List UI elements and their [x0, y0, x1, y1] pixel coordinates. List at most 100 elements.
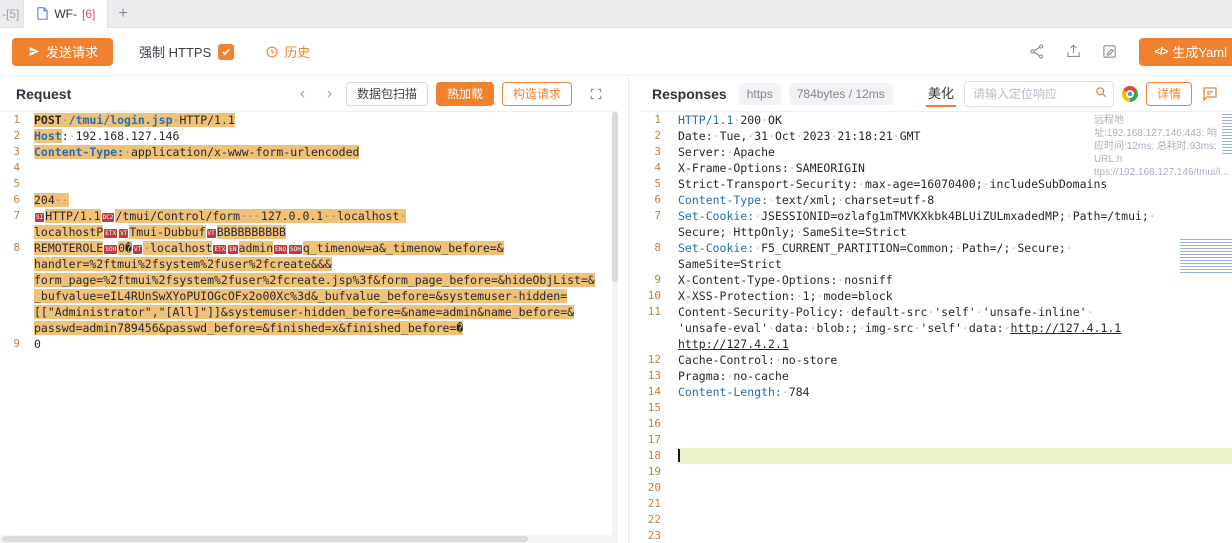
code-line[interactable]: 5Strict-Transport-Security:·max-age=1607…	[640, 176, 1232, 192]
code-line[interactable]: 12Cache-Control:·no-store	[640, 352, 1232, 368]
history-label: 历史	[284, 42, 310, 61]
new-tab-button[interactable]: +	[118, 6, 127, 22]
send-request-button[interactable]: 发送请求	[12, 38, 113, 66]
tab-overflow-left[interactable]: -[5]	[0, 7, 23, 21]
code-line[interactable]: form_page=%2ftmui%2fsystem%2fuser%2fcrea…	[0, 272, 618, 288]
line-number	[0, 320, 34, 336]
line-number: 1	[640, 112, 678, 128]
code-line[interactable]: _bufvalue=eIL4RUnSwXYoPUIOGcOFx2o00Xc%3d…	[0, 288, 618, 304]
line-number: 1	[0, 112, 34, 128]
message-bubble-icon[interactable]	[1200, 84, 1220, 104]
code-text	[34, 160, 618, 176]
scrollbar-thumb[interactable]	[612, 112, 618, 282]
code-line[interactable]: 13Pragma:·no-cache	[640, 368, 1232, 384]
code-line[interactable]: 6Content-Type:·text/xml;·charset=utf-8	[640, 192, 1232, 208]
edit-icon[interactable]	[1099, 42, 1119, 62]
code-line[interactable]: 4X-Frame-Options:·SAMEORIGIN	[640, 160, 1232, 176]
code-line[interactable]: 23	[640, 528, 1232, 543]
code-line[interactable]: SameSite=Strict	[640, 256, 1232, 272]
checkbox-checked-icon[interactable]	[218, 44, 234, 60]
line-number: 4	[640, 160, 678, 176]
force-https-toggle[interactable]: 强制 HTTPS	[139, 42, 234, 61]
code-line[interactable]: 14Content-Length:·784	[640, 384, 1232, 400]
code-line[interactable]: http://127.4.2.1	[640, 336, 1232, 352]
code-line[interactable]: 9X-Content-Type-Options:·nosniff	[640, 272, 1232, 288]
panel-splitter[interactable]	[618, 76, 640, 543]
vertical-scrollbar[interactable]	[612, 112, 618, 543]
share-icon[interactable]	[1027, 42, 1047, 62]
line-number: 6	[0, 192, 34, 208]
search-input[interactable]	[964, 81, 1114, 107]
code-text: SameSite=Strict	[678, 256, 1232, 272]
tab-webfuzzer[interactable]: WF-[6]	[23, 0, 108, 28]
line-number	[0, 224, 34, 240]
code-text	[678, 496, 1232, 512]
fuzzer-main: Request 数据包扫描 热加载 构造请求 1POST·/tmui/login…	[0, 76, 1232, 543]
line-number: 17	[640, 432, 678, 448]
code-line[interactable]: 15	[640, 400, 1232, 416]
scrollbar-thumb[interactable]	[2, 536, 528, 542]
fullscreen-icon[interactable]	[586, 84, 606, 104]
line-number	[640, 224, 678, 240]
construct-request-button[interactable]: 构造请求	[502, 82, 572, 106]
code-text: SIHTTP/1.1DC2/tmui/Control/form···127.0.…	[34, 208, 618, 224]
code-line[interactable]: 3Server:·Apache	[640, 144, 1232, 160]
beautify-tab[interactable]: 美化	[926, 80, 956, 107]
code-line[interactable]: 2Host:·192.168.127.146	[0, 128, 618, 144]
line-number: 6	[640, 192, 678, 208]
code-line[interactable]: handler=%2ftmui%2fsystem%2fuser%2fcreate…	[0, 256, 618, 272]
code-line[interactable]: 16	[640, 416, 1232, 432]
horizontal-scrollbar[interactable]	[0, 535, 612, 543]
generate-yaml-button[interactable]: </> 生成Yaml	[1139, 38, 1232, 66]
line-number: 18	[640, 448, 678, 464]
chevron-right-icon[interactable]	[320, 85, 338, 103]
code-line[interactable]: 18	[640, 448, 1232, 464]
code-line[interactable]: 11Content-Security-Policy:·default-src·'…	[640, 304, 1232, 320]
code-line[interactable]: 6204··	[0, 192, 618, 208]
code-text: Content-Security-Policy:·default-src·'se…	[678, 304, 1232, 320]
code-text: X-XSS-Protection:·1;·mode=block	[678, 288, 1232, 304]
code-line[interactable]: 22	[640, 512, 1232, 528]
code-line[interactable]: 5	[0, 176, 618, 192]
code-line[interactable]: 17	[640, 432, 1232, 448]
code-line[interactable]: 3Content-Type:·application/x-www-form-ur…	[0, 144, 618, 160]
code-line[interactable]: 'unsafe-eval'·data:·blob:;·img-src·'self…	[640, 320, 1232, 336]
code-line[interactable]: 8Set-Cookie:·F5_CURRENT_PARTITION=Common…	[640, 240, 1232, 256]
code-line[interactable]: 1HTTP/1.1·200·OK	[640, 112, 1232, 128]
code-text	[678, 512, 1232, 528]
code-line[interactable]: 1POST·/tmui/login.jsp·HTTP/1.1	[0, 112, 618, 128]
code-line[interactable]: 8REMOTEROLESOH0�VT·localhostETXENadminEN…	[0, 240, 618, 256]
code-line[interactable]: 4	[0, 160, 618, 176]
code-line[interactable]: localhostPETXVTTmui-DubbufVTBBBBBBBBBB	[0, 224, 618, 240]
response-editor[interactable]: 1HTTP/1.1·200·OK2Date:·Tue,·31·Oct·2023·…	[640, 112, 1232, 543]
fuzzer-toolbar: 发送请求 强制 HTTPS 历史 </> 生成Yaml	[0, 28, 1232, 76]
code-text	[678, 464, 1232, 480]
code-line[interactable]: passwd=admin789456&passwd_before=&finish…	[0, 320, 618, 336]
code-text: Server:·Apache	[678, 144, 1232, 160]
code-text: http://127.4.2.1	[678, 336, 1232, 352]
request-editor[interactable]: 1POST·/tmui/login.jsp·HTTP/1.12Host:·192…	[0, 112, 618, 543]
code-text: Set-Cookie:·F5_CURRENT_PARTITION=Common;…	[678, 240, 1232, 256]
protocol-badge: https	[739, 83, 781, 105]
packet-scan-button[interactable]: 数据包扫描	[346, 82, 428, 106]
code-line[interactable]: 19	[640, 464, 1232, 480]
history-button[interactable]: 历史	[264, 42, 310, 61]
export-icon[interactable]	[1063, 42, 1083, 62]
details-button[interactable]: 详情	[1146, 82, 1192, 106]
code-line[interactable]: 7SIHTTP/1.1DC2/tmui/Control/form···127.0…	[0, 208, 618, 224]
hot-reload-button[interactable]: 热加载	[436, 82, 494, 106]
send-request-label: 发送请求	[46, 42, 98, 61]
code-line[interactable]: 7Set-Cookie:·JSESSIONID=ozlafg1mTMVKXkbk…	[640, 208, 1232, 224]
code-line[interactable]: 90	[0, 336, 618, 352]
search-icon[interactable]	[1094, 85, 1109, 105]
code-line[interactable]: Secure;·HttpOnly;·SameSite=Strict	[640, 224, 1232, 240]
code-line[interactable]: [["Administrator","[All]"]]&systemuser-h…	[0, 304, 618, 320]
chevron-left-icon[interactable]	[294, 85, 312, 103]
chrome-icon[interactable]	[1122, 86, 1138, 102]
code-line[interactable]: 10X-XSS-Protection:·1;·mode=block	[640, 288, 1232, 304]
request-panel: Request 数据包扫描 热加载 构造请求 1POST·/tmui/login…	[0, 76, 618, 543]
line-number: 2	[0, 128, 34, 144]
code-line[interactable]: 20	[640, 480, 1232, 496]
code-line[interactable]: 21	[640, 496, 1232, 512]
code-line[interactable]: 2Date:·Tue,·31·Oct·2023·21:18:21·GMT	[640, 128, 1232, 144]
